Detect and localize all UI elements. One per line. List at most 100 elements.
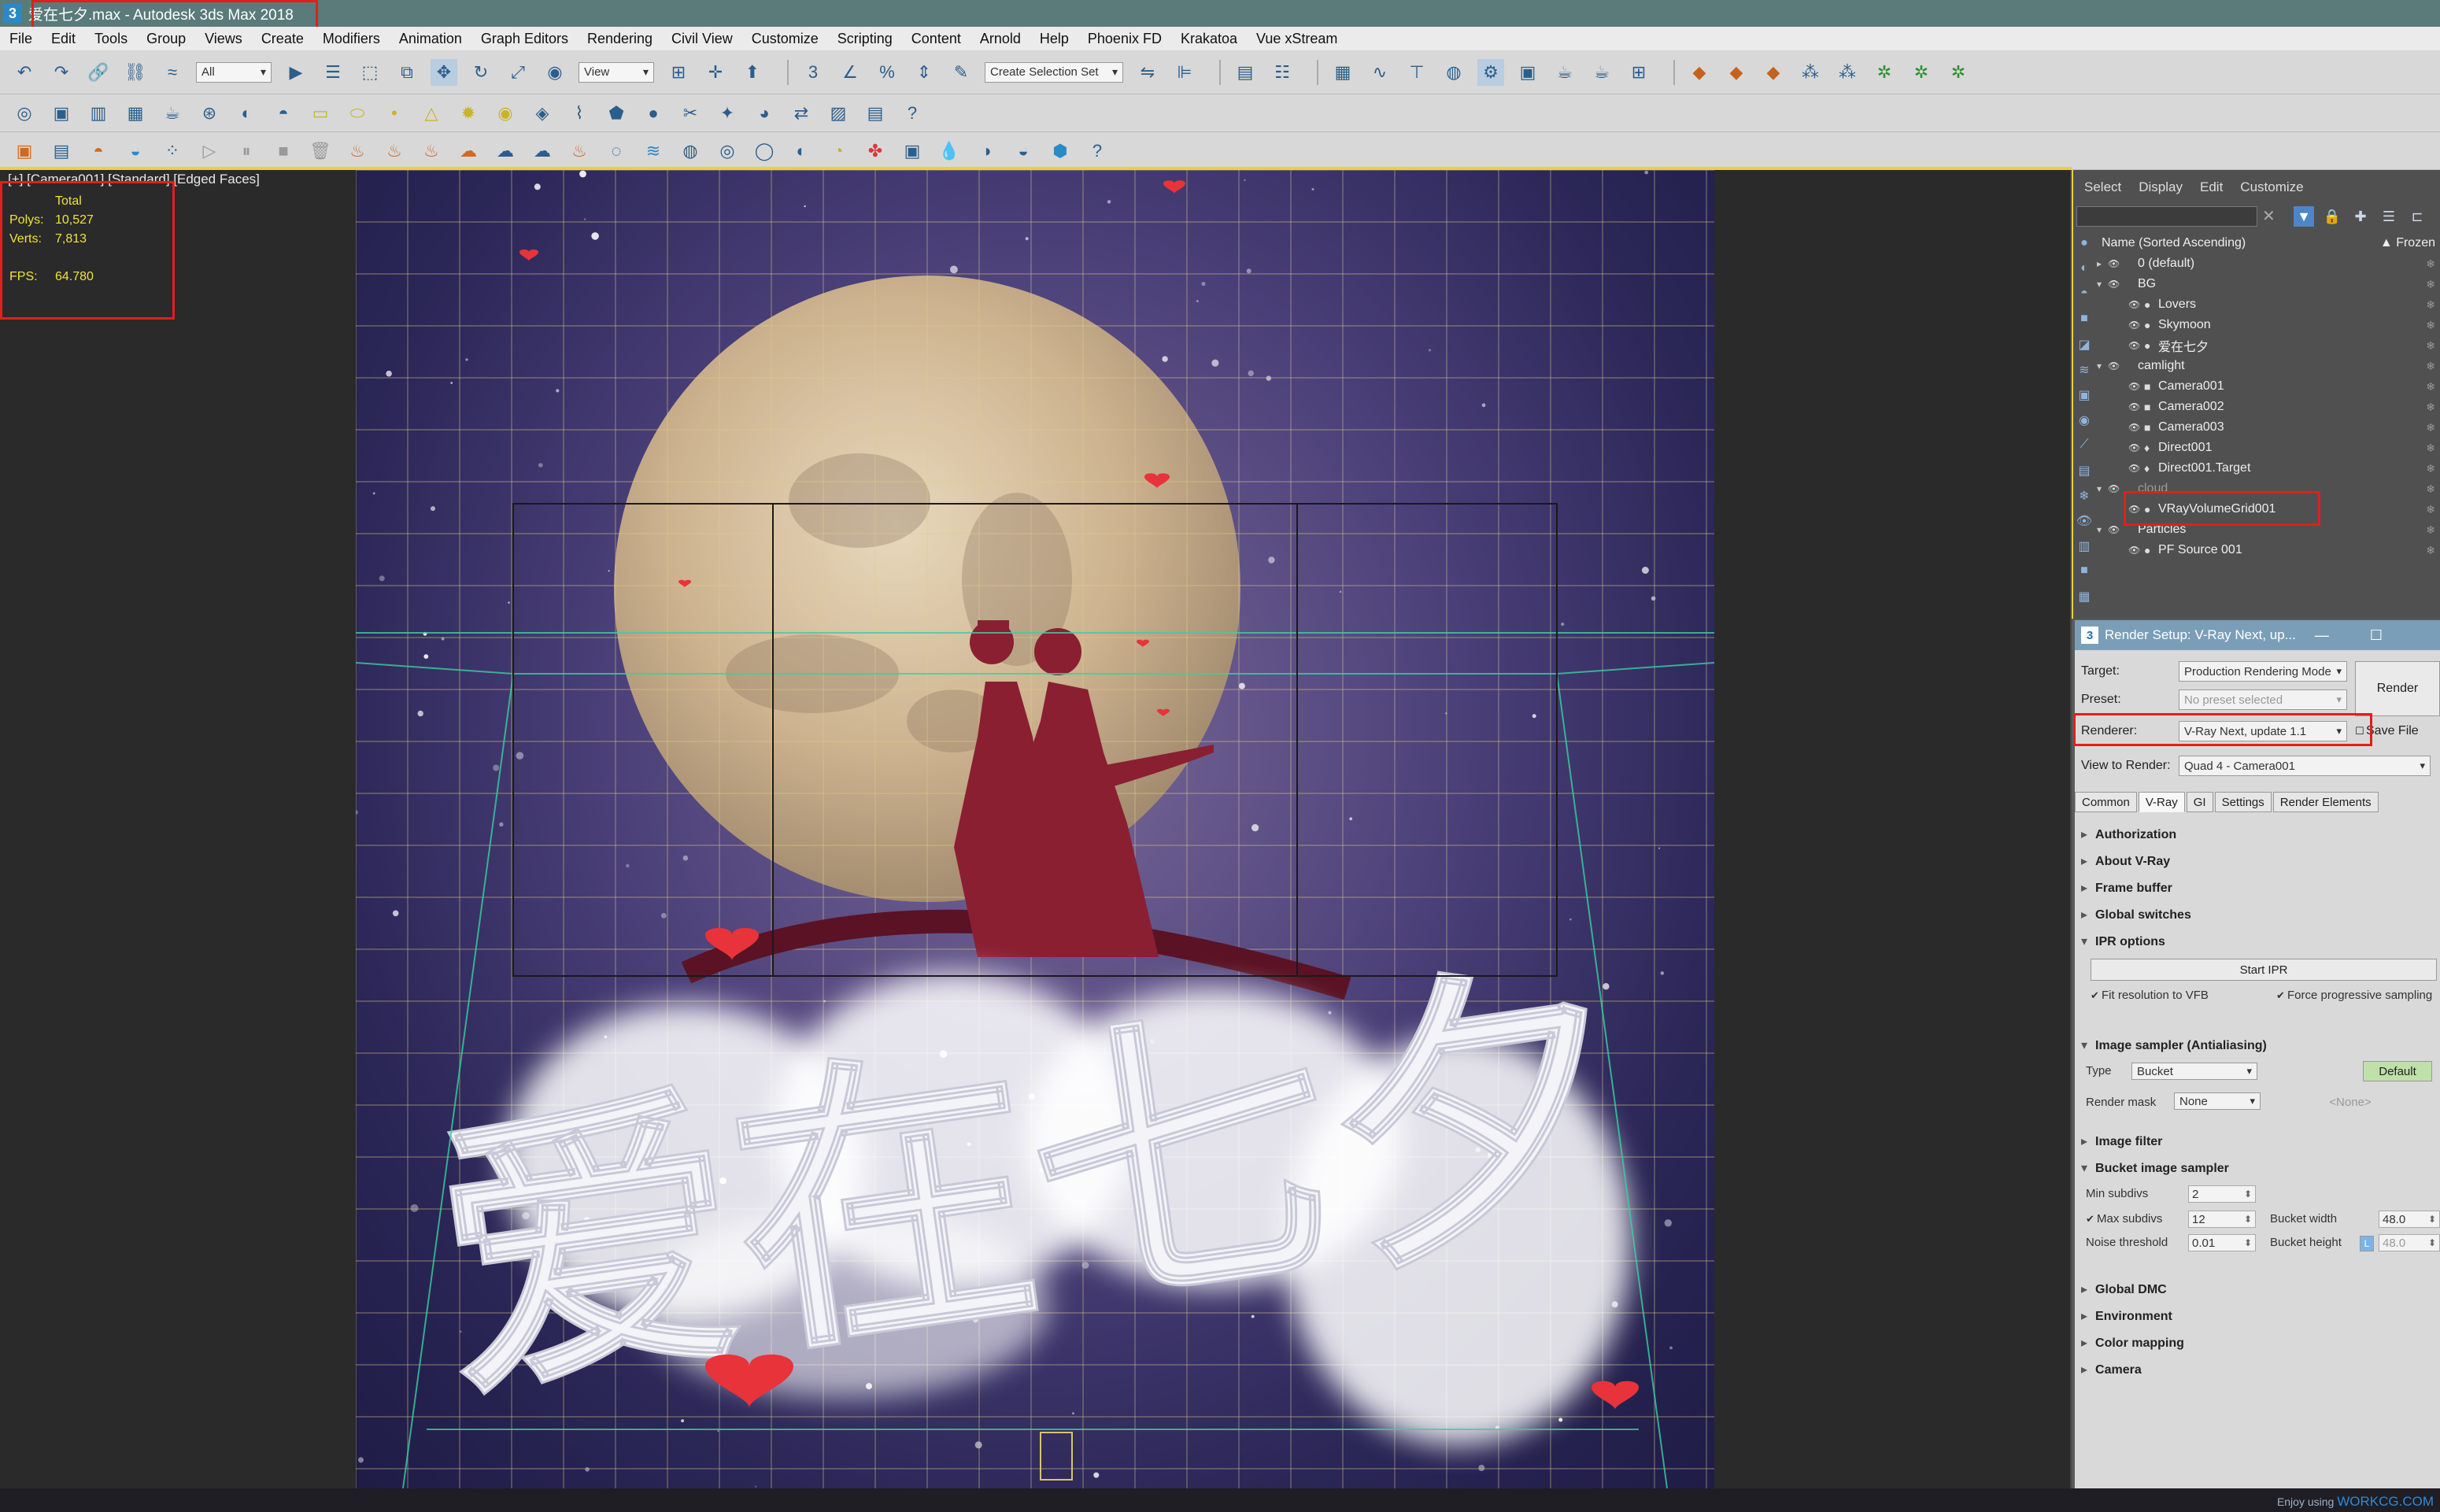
minimize-icon[interactable]: —: [2315, 627, 2329, 644]
scene-tree-row[interactable]: 👁 ● VRayVolumeGrid001 ❄: [2097, 499, 2440, 519]
flame-icon[interactable]: ♨: [566, 138, 593, 165]
menu-content[interactable]: Content: [902, 31, 970, 47]
cloud-icon[interactable]: ☁: [492, 138, 519, 165]
sim-icon[interactable]: ◑: [973, 138, 1000, 165]
fire-source-icon[interactable]: ♨: [344, 138, 371, 165]
rollout-color-mapping[interactable]: Color mapping: [2081, 1335, 2184, 1351]
bind-space-warp-icon[interactable]: ≈: [159, 59, 186, 86]
material-editor-icon[interactable]: ◍: [1440, 59, 1467, 86]
freeze-icon[interactable]: ❄: [2426, 278, 2435, 291]
scene-tree-row[interactable]: ▾ 👁 cloud ❄: [2097, 479, 2440, 499]
sphere-icon[interactable]: ●: [640, 100, 667, 127]
scene-tree-row[interactable]: 👁 ♦ Direct001.Target ❄: [2097, 458, 2440, 479]
view-to-render-dropdown[interactable]: Quad 4 - Camera001: [2179, 756, 2431, 776]
edit-named-selection-icon[interactable]: ✎: [948, 59, 974, 86]
render-setup-icon[interactable]: ⚙: [1477, 58, 1504, 86]
menu-arnold[interactable]: Arnold: [970, 31, 1030, 47]
freeze-icon[interactable]: ❄: [2426, 462, 2435, 475]
freeze-icon[interactable]: ❄: [2426, 257, 2435, 271]
filter-none-icon[interactable]: ■: [2075, 564, 2094, 589]
plane-light-icon[interactable]: ▭: [307, 100, 334, 127]
preset-dropdown[interactable]: No preset selected: [2179, 689, 2347, 710]
freeze-icon[interactable]: ❄: [2426, 401, 2435, 414]
rollout-ipr-options[interactable]: IPR options: [2081, 933, 2165, 949]
plant2-icon[interactable]: ✲: [1908, 59, 1935, 86]
visibility-eye-icon[interactable]: 👁: [2128, 381, 2144, 392]
scene-tree-row[interactable]: 👁 ● 爱在七夕 ❄: [2097, 335, 2440, 356]
fit-resolution-checkbox[interactable]: ✔ Fit resolution to VFB: [2091, 989, 2209, 1002]
mat-convert-icon[interactable]: ⇄: [788, 100, 815, 127]
angle-snap-icon[interactable]: ∠: [837, 59, 863, 86]
stop-icon[interactable]: ■: [270, 138, 297, 165]
lock-icon[interactable]: 🔒: [2322, 206, 2342, 227]
se-tab-display[interactable]: Display: [2139, 179, 2183, 195]
pause-icon[interactable]: ⏸: [233, 138, 260, 165]
phoenix-grid-icon[interactable]: ▤: [48, 138, 75, 165]
filter-hidden-icon[interactable]: 👁: [2075, 513, 2094, 538]
move-icon[interactable]: ✥: [431, 58, 457, 86]
select-by-name-icon[interactable]: ☰: [320, 59, 346, 86]
percent-snap-icon[interactable]: %: [874, 59, 900, 86]
plane-icon[interactable]: ⬟: [603, 100, 630, 127]
menu-views[interactable]: Views: [195, 31, 252, 47]
expand-arrow-icon[interactable]: ▾: [2097, 279, 2108, 290]
freeze-icon[interactable]: ❄: [2426, 442, 2435, 455]
cloud2-icon[interactable]: ☁: [529, 138, 556, 165]
filter-shapes-icon[interactable]: ◐: [2075, 261, 2094, 287]
freeze-icon[interactable]: ❄: [2426, 503, 2435, 516]
grid-icon[interactable]: ▦: [122, 100, 149, 127]
filter-geometry-icon[interactable]: ●: [2075, 236, 2094, 261]
clipper-icon[interactable]: ✂: [677, 100, 704, 127]
layers-icon[interactable]: ☰: [2379, 206, 2399, 227]
trash-icon[interactable]: 🗑: [307, 138, 334, 165]
ocean-icon[interactable]: ≋: [640, 138, 667, 165]
rs-tab-v-ray[interactable]: V-Ray: [2138, 792, 2185, 812]
freeze-icon[interactable]: ❄: [2426, 482, 2435, 496]
render-button[interactable]: Render: [2355, 661, 2440, 716]
foam-icon[interactable]: ◍: [677, 138, 704, 165]
scene-tree-row[interactable]: ▸ 👁 0 (default) ❄: [2097, 253, 2440, 274]
link-icon[interactable]: 🔗: [85, 59, 112, 86]
placement-icon[interactable]: ◉: [542, 59, 568, 86]
filter-invert-icon[interactable]: ▦: [2075, 589, 2094, 614]
filter-spacewarps-icon[interactable]: ≋: [2075, 362, 2094, 387]
curve-editor-icon[interactable]: ∿: [1366, 59, 1393, 86]
visibility-eye-icon[interactable]: 👁: [2128, 401, 2144, 412]
pivot-center-icon[interactable]: ⊞: [665, 59, 692, 86]
filter-containers-icon[interactable]: ▤: [2075, 463, 2094, 488]
maximize-icon[interactable]: ☐: [2370, 627, 2383, 644]
add-layer-icon[interactable]: ✚: [2350, 206, 2371, 227]
smoke-icon[interactable]: ☁: [455, 138, 482, 165]
se-tab-edit[interactable]: Edit: [2200, 179, 2223, 195]
scene-tree-row[interactable]: 👁 ● Lovers ❄: [2097, 294, 2440, 315]
particle2-icon[interactable]: ⁂: [1834, 59, 1861, 86]
scale-icon[interactable]: ⤢: [505, 59, 531, 86]
rollout-bucket-sampler[interactable]: Bucket image sampler: [2081, 1160, 2229, 1176]
window-crossing-icon[interactable]: ⧉: [394, 59, 420, 86]
sprite-icon[interactable]: ✤: [862, 138, 889, 165]
emitter-icon[interactable]: ◔: [825, 138, 852, 165]
visibility-eye-icon[interactable]: 👁: [2128, 545, 2144, 556]
menu-group[interactable]: Group: [137, 31, 195, 47]
proxy-icon[interactable]: ◈: [529, 100, 556, 127]
foliage-icon[interactable]: ▣: [899, 138, 926, 165]
rollout-environment[interactable]: Environment: [2081, 1308, 2172, 1324]
render-setup-titlebar[interactable]: 3 Render Setup: V-Ray Next, up... — ☐: [2075, 620, 2440, 650]
sampler-type-dropdown[interactable]: Bucket: [2131, 1063, 2257, 1080]
menu-scripting[interactable]: Scripting: [828, 31, 902, 47]
min-subdivs-spinner[interactable]: 2: [2188, 1185, 2256, 1203]
spinner-snap-icon[interactable]: ⇕: [911, 59, 937, 86]
filter-frozen-icon[interactable]: ❄: [2075, 488, 2094, 513]
vray-cube-icon[interactable]: ◆: [1686, 59, 1713, 86]
frame-icon[interactable]: ▣: [48, 100, 75, 127]
menu-file[interactable]: File: [0, 31, 42, 47]
filter-icon[interactable]: ▼: [2294, 206, 2314, 227]
freeze-icon[interactable]: ❄: [2426, 544, 2435, 557]
fire-icon[interactable]: ◓: [85, 138, 112, 165]
select-object-icon[interactable]: ▶: [283, 59, 309, 86]
scene-tree-row[interactable]: 👁 ● PF Source 001 ❄: [2097, 540, 2440, 560]
scene-tree-row[interactable]: ▾ 👁 Particles ❄: [2097, 519, 2440, 540]
default-button[interactable]: Default: [2363, 1061, 2432, 1081]
visibility-eye-icon[interactable]: 👁: [2128, 463, 2144, 474]
expand-arrow-icon[interactable]: ▾: [2097, 483, 2108, 494]
